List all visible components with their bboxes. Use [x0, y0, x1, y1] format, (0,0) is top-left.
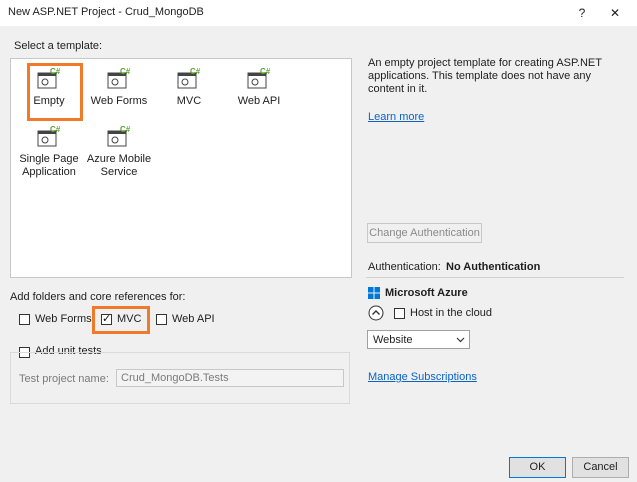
template-spa-label: Single Page Application [19, 153, 79, 178]
template-azure-mobile-label: Azure Mobile Service [86, 153, 152, 178]
authentication-value: No Authentication [446, 261, 541, 273]
test-project-name-value: Crud_MongoDB.Tests [121, 372, 229, 384]
azure-target-value: Website [373, 334, 413, 346]
web-forms-checkbox[interactable] [19, 314, 30, 325]
divider [366, 277, 624, 278]
template-single-page-application[interactable]: C# Single Page Application [15, 125, 83, 179]
host-in-cloud-checkbox[interactable] [394, 308, 405, 319]
web-api-checkbox-label: Web API [172, 313, 215, 325]
help-button[interactable]: ? [567, 0, 597, 26]
project-template-icon: C# [107, 67, 131, 89]
select-template-heading: Select a template: [14, 40, 103, 52]
test-project-name-input[interactable]: Crud_MongoDB.Tests [116, 369, 344, 387]
svg-text:C#: C# [120, 67, 131, 76]
project-template-icon: C# [247, 67, 271, 89]
template-web-forms[interactable]: C# Web Forms [89, 67, 149, 108]
azure-target-select[interactable]: Website [367, 330, 470, 349]
project-template-icon: C# [177, 67, 201, 89]
template-web-forms-label: Web Forms [90, 95, 148, 107]
change-authentication-button[interactable]: Change Authentication [367, 223, 482, 243]
learn-more-link[interactable]: Learn more [368, 111, 424, 123]
template-mvc[interactable]: C# MVC [159, 67, 219, 108]
authentication-label: Authentication: [368, 261, 441, 273]
template-list: C# Empty C# Web Forms C# MVC C# Web API … [10, 58, 352, 278]
empty-highlight-box [27, 63, 83, 121]
collapse-chevron-icon[interactable] [368, 305, 384, 321]
host-in-cloud-label: Host in the cloud [410, 307, 492, 319]
svg-text:C#: C# [50, 125, 61, 134]
template-mvc-label: MVC [176, 95, 202, 107]
chevron-down-icon [456, 337, 465, 343]
windows-logo-icon [368, 287, 380, 299]
manage-subscriptions-link[interactable]: Manage Subscriptions [368, 371, 477, 383]
cancel-button[interactable]: Cancel [572, 457, 629, 478]
template-web-api[interactable]: C# Web API [229, 67, 289, 108]
ok-button[interactable]: OK [509, 457, 566, 478]
project-template-icon: C# [37, 125, 61, 147]
project-template-icon: C# [107, 125, 131, 147]
svg-text:C#: C# [190, 67, 201, 76]
template-azure-mobile-service[interactable]: C# Azure Mobile Service [85, 125, 153, 179]
window-title: New ASP.NET Project - Crud_MongoDB [8, 6, 204, 18]
test-project-name-label: Test project name: [19, 373, 109, 385]
mvc-highlight-box [92, 306, 150, 334]
svg-text:C#: C# [120, 125, 131, 134]
web-forms-checkbox-label: Web Forms [35, 313, 92, 325]
template-web-api-label: Web API [237, 95, 281, 107]
close-button[interactable]: ✕ [600, 0, 630, 26]
azure-title: Microsoft Azure [385, 287, 468, 299]
svg-text:C#: C# [260, 67, 271, 76]
web-api-checkbox[interactable] [156, 314, 167, 325]
template-description: An empty project template for creating A… [368, 57, 602, 95]
folders-heading: Add folders and core references for: [10, 291, 186, 303]
